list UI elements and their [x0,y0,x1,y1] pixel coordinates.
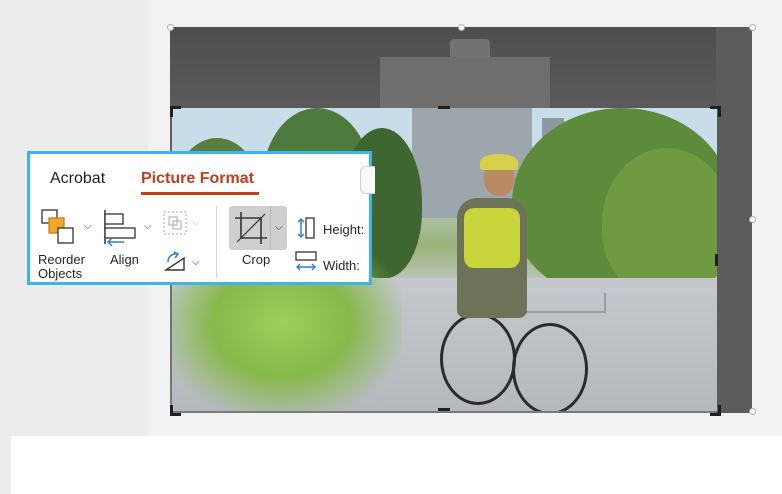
crop-handle-bottom-right[interactable] [710,405,721,416]
width-icon [295,251,317,271]
rider-helmet [480,154,518,170]
bike-front-wheel [440,313,516,405]
tree [602,148,717,298]
bottom-margin [0,436,782,494]
rider-vest [464,208,520,268]
align-label: Align [110,252,139,267]
crop-handle-bottom-left[interactable] [170,405,181,416]
chevron-down-icon: ⌵ [192,257,200,268]
height-label: Height: [323,222,365,237]
crop-dropdown-chevron-icon[interactable]: ⌵ [275,222,283,233]
crop-handle-right[interactable] [715,254,718,266]
width-label: Width: [323,258,360,273]
height-icon [297,217,315,239]
resize-handle-top[interactable] [458,24,465,31]
reorder-objects-icon [41,209,74,244]
chevron-down-icon: ⌵ [84,221,92,232]
active-tab-indicator [141,192,259,195]
rotate-button[interactable]: ⌵ [160,248,204,278]
picture-format-ribbon: Acrobat Picture Format ⌵ Reorder Objects… [27,151,375,285]
align-button[interactable]: ⌵ Align [100,206,156,267]
resize-handle-right[interactable] [749,216,756,223]
resize-handle-top-left[interactable] [167,24,174,31]
reorder-objects-button[interactable]: ⌵ Reorder Objects [36,206,96,284]
rotate-icon [163,251,185,271]
align-left-icon [104,210,136,247]
reorder-label-line2: Objects [38,266,83,281]
resize-handle-bottom-right[interactable] [749,408,756,415]
crop-label: Crop [242,252,271,267]
tab-picture-format[interactable]: Picture Format [141,170,254,188]
crop-handle-top-right[interactable] [710,106,721,117]
crop-handle-top[interactable] [438,106,450,109]
crop-handle-top-left[interactable] [170,106,181,117]
chevron-down-icon: ⌵ [144,221,152,232]
group-objects-button[interactable]: ⌵ [160,208,202,240]
reorder-label-line1: Reorder [38,252,85,267]
chevron-down-icon: ⌵ [192,217,200,228]
tab-acrobat[interactable]: Acrobat [50,170,105,188]
bike-rear-wheel [512,323,588,411]
bottom-left-edge [0,436,11,494]
crop-split-divider [270,206,271,250]
ribbon-group-divider [216,206,217,278]
ribbon-scroll-button[interactable] [360,166,375,194]
dimmed-trees [716,27,752,413]
group-objects-icon [163,211,187,235]
resize-handle-top-right[interactable] [749,24,756,31]
crop-icon [235,212,267,244]
crop-handle-bottom[interactable] [438,408,450,411]
